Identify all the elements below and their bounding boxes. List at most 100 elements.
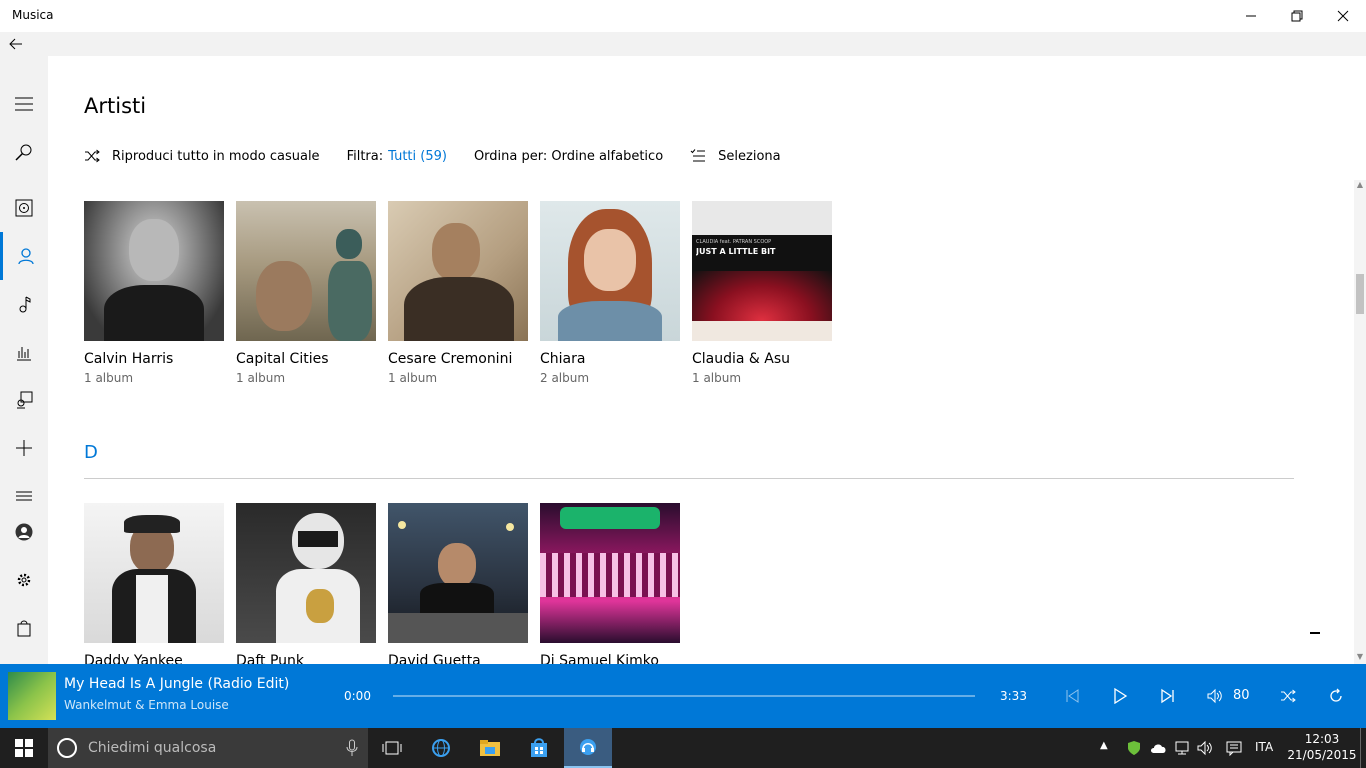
- onedrive-cloud-icon[interactable]: [1150, 741, 1168, 755]
- restore-icon: [1291, 10, 1303, 22]
- restore-button[interactable]: [1274, 0, 1320, 32]
- taskbar-music-app[interactable]: [564, 728, 612, 768]
- collapse-handle[interactable]: [1310, 632, 1320, 634]
- scroll-up-arrow[interactable]: ▲: [1354, 180, 1366, 192]
- network-icon[interactable]: [1174, 740, 1190, 756]
- nav-playlists[interactable]: [0, 376, 48, 424]
- album-art: CLAUDIA feat. PATRAN SCOOP JUST A LITTLE…: [692, 201, 832, 341]
- album-count: 1 album: [692, 371, 742, 385]
- track-duration: 3:33: [1000, 689, 1027, 703]
- clock-date: 21/05/2015: [1287, 748, 1357, 762]
- scroll-down-arrow[interactable]: ▼: [1354, 652, 1366, 664]
- clock-time: 12:03: [1304, 732, 1340, 746]
- artist-name: Chiara: [540, 351, 586, 367]
- taskbar-store[interactable]: [515, 728, 563, 768]
- nav-new-playlist[interactable]: [0, 424, 48, 472]
- task-view-icon: [382, 741, 402, 755]
- cortana-search-box[interactable]: Chiedimi qualcosa: [48, 728, 368, 768]
- next-button[interactable]: [1156, 684, 1180, 708]
- volume-button[interactable]: [1203, 684, 1227, 708]
- shuffle-icon: [1281, 689, 1296, 703]
- artist-tile-claudia-asu[interactable]: CLAUDIA feat. PATRAN SCOOP JUST A LITTLE…: [692, 201, 832, 385]
- artist-name: Claudia & Asu: [692, 351, 791, 367]
- progress-slider[interactable]: [393, 695, 975, 697]
- page-title: Artisti: [84, 94, 147, 118]
- defender-shield-icon[interactable]: [1126, 740, 1142, 756]
- album-count: 1 album: [388, 371, 438, 385]
- artist-tile-calvin-harris[interactable]: Calvin Harris 1 album: [84, 201, 224, 385]
- nav-albums[interactable]: [0, 184, 48, 232]
- nav-songs[interactable]: [0, 280, 48, 328]
- search-button[interactable]: [0, 128, 48, 176]
- nav-settings[interactable]: [0, 556, 48, 604]
- hamburger-menu-button[interactable]: [0, 80, 48, 128]
- repeat-button[interactable]: [1324, 684, 1348, 708]
- system-clock[interactable]: 12:03 21/05/2015: [1286, 731, 1358, 763]
- album-count: 2 album: [540, 371, 590, 385]
- album-count: 1 album: [236, 371, 286, 385]
- account-icon: [15, 523, 33, 541]
- back-arrow-icon: [9, 38, 22, 50]
- track-title[interactable]: My Head Is A Jungle (Radio Edit): [64, 676, 289, 692]
- filter-label: Filtra:: [346, 148, 384, 164]
- album-icon: [15, 199, 33, 217]
- previous-button[interactable]: [1060, 684, 1084, 708]
- nav-artists[interactable]: [0, 232, 48, 280]
- artist-tile-cesare-cremonini[interactable]: Cesare Cremonini 1 album: [388, 201, 528, 385]
- album-art-caption: CLAUDIA feat. PATRAN SCOOP: [696, 239, 772, 245]
- artist-photo: [236, 201, 376, 341]
- close-button[interactable]: [1320, 0, 1366, 32]
- artist-tile-daft-punk[interactable]: Daft Punk: [236, 503, 376, 664]
- select-button[interactable]: Seleziona: [690, 148, 781, 164]
- nav-account[interactable]: [0, 508, 48, 556]
- album-art: [540, 503, 680, 643]
- show-desktop-button[interactable]: [1360, 728, 1366, 768]
- artist-photo: [388, 201, 528, 341]
- artist-name: Capital Cities: [236, 351, 329, 367]
- artist-tile-chiara[interactable]: Chiara 2 album: [540, 201, 680, 385]
- scroll-thumb[interactable]: [1356, 274, 1364, 314]
- artist-tile-capital-cities[interactable]: Capital Cities 1 album: [236, 201, 376, 385]
- nav-store[interactable]: [0, 604, 48, 652]
- previous-icon: [1066, 689, 1079, 703]
- volume-tray-icon[interactable]: [1197, 740, 1213, 756]
- play-button[interactable]: [1108, 684, 1132, 708]
- artist-tile-david-guetta[interactable]: David Guetta: [388, 503, 528, 664]
- minimize-button[interactable]: [1228, 0, 1274, 32]
- input-language[interactable]: ITA: [1255, 740, 1273, 754]
- equalizer-icon: [17, 347, 31, 361]
- hamburger-icon: [15, 97, 33, 111]
- section-header-d[interactable]: D: [84, 442, 98, 463]
- now-playing-album-art[interactable]: [8, 672, 56, 720]
- windows-logo-icon: [15, 739, 33, 757]
- artist-tile-dj-samuel-kimko[interactable]: Dj Samuel Kimko: [540, 503, 680, 664]
- section-divider: [84, 478, 1294, 479]
- taskbar-browser[interactable]: [417, 728, 465, 768]
- elapsed-time: 0:00: [344, 689, 371, 703]
- select-label: Seleziona: [718, 148, 781, 164]
- artist-tile-daddy-yankee[interactable]: Daddy Yankee: [84, 503, 224, 664]
- globe-icon: [432, 739, 450, 757]
- close-icon: [1337, 10, 1349, 22]
- task-view-button[interactable]: [368, 728, 416, 768]
- start-button[interactable]: [0, 728, 48, 768]
- list-icon: [16, 491, 32, 501]
- repeat-icon: [1330, 688, 1342, 702]
- vertical-scrollbar[interactable]: ▲ ▼: [1354, 180, 1366, 664]
- action-center-icon[interactable]: [1226, 740, 1242, 756]
- back-button[interactable]: [0, 32, 32, 56]
- microphone-icon[interactable]: [346, 739, 358, 757]
- artist-name: Daddy Yankee: [84, 653, 183, 664]
- filter-dropdown[interactable]: Filtra: Tutti (59): [347, 149, 447, 164]
- sort-dropdown[interactable]: Ordina per: Ordine alfabetico: [474, 149, 663, 164]
- shuffle-button[interactable]: [1276, 684, 1300, 708]
- show-hidden-icons-chevron-icon[interactable]: ▲: [1100, 740, 1108, 751]
- nav-now-playing[interactable]: [0, 328, 48, 376]
- track-artist[interactable]: Wankelmut & Emma Louise: [64, 698, 229, 712]
- volume-level: 80: [1233, 688, 1250, 703]
- artist-photo: [84, 201, 224, 341]
- taskbar-file-explorer[interactable]: [466, 728, 514, 768]
- shuffle-all-button[interactable]: Riproduci tutto in modo casuale: [84, 148, 320, 164]
- music-note-icon: [19, 296, 31, 313]
- artist-name: David Guetta: [388, 653, 481, 664]
